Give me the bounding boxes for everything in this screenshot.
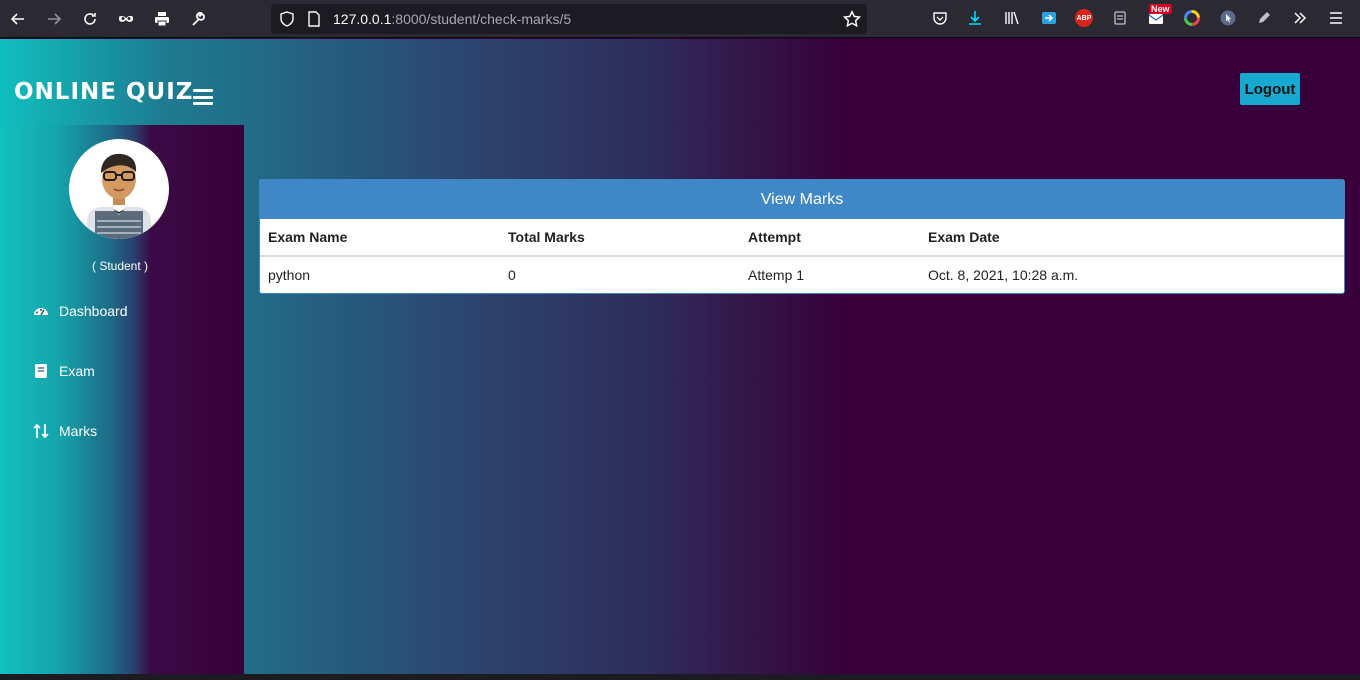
cursor-icon: [1220, 10, 1236, 26]
reload-button[interactable]: [79, 8, 101, 30]
marks-panel: View Marks Exam Name Total Marks Attempt…: [259, 179, 1345, 294]
panel-title: View Marks: [260, 180, 1344, 219]
url-text: 127.0.0.1:8000/student/check-marks/5: [333, 11, 571, 27]
pocket-button[interactable]: [931, 9, 949, 27]
reload-icon: [84, 13, 96, 25]
url-path: :8000/student/check-marks/5: [391, 11, 572, 27]
sidebar-item-label: Exam: [59, 363, 95, 379]
download-icon: [969, 11, 981, 25]
document-stack-icon: [1114, 11, 1126, 25]
avatar: [69, 139, 169, 239]
hamburger-line: [193, 89, 213, 92]
forward-arrow-icon: [48, 13, 62, 25]
column-header: Attempt: [740, 219, 920, 257]
abp-label: ABP: [1076, 14, 1092, 22]
library-icon: [1005, 11, 1019, 25]
table-row: python 0 Attemp 1 Oct. 8, 2021, 10:28 a.…: [260, 256, 1344, 293]
printer-icon: [155, 12, 169, 27]
table-header-row: Exam Name Total Marks Attempt Exam Date: [260, 219, 1344, 257]
hamburger-line: [193, 102, 213, 105]
extension-1[interactable]: [1040, 9, 1058, 27]
extension-arrow-icon: [1042, 12, 1056, 24]
page-content: ONLINE QUIZ Logout ( Student ) Dashboard…: [0, 39, 1360, 674]
attempt-cell: Attemp 1: [748, 267, 805, 283]
sidebar-item-label: Dashboard: [59, 303, 128, 319]
sidebar-toggle-button[interactable]: [193, 89, 213, 105]
sidebar-item-dashboard[interactable]: Dashboard: [33, 303, 128, 319]
exam-name-cell: python: [268, 267, 311, 283]
mask-icon: [119, 15, 133, 22]
hamburger-line: [193, 95, 213, 99]
dashboard-icon: [34, 308, 48, 316]
user-role: ( Student ): [91, 259, 149, 273]
page-icon: [308, 11, 320, 27]
adblock-button[interactable]: ABP: [1075, 9, 1093, 27]
private-mask-button[interactable]: [115, 8, 137, 30]
url-bar[interactable]: 127.0.0.1:8000/student/check-marks/5: [271, 4, 867, 34]
chevron-double-right-icon: [1294, 12, 1307, 24]
total-marks-cell: 0: [508, 267, 516, 283]
sidebar-item-marks[interactable]: Marks: [33, 423, 97, 439]
column-header: Total Marks: [500, 219, 740, 257]
app-menu-button[interactable]: [1327, 9, 1345, 27]
devtools-button[interactable]: [187, 8, 209, 30]
sidebar: ( Student ) Dashboard Exam Marks: [0, 125, 244, 674]
pencil-icon: [1259, 12, 1270, 23]
sidebar-item-exam[interactable]: Exam: [33, 363, 95, 379]
new-badge: New: [1149, 4, 1172, 14]
student-avatar-icon: [87, 153, 151, 239]
overflow-button[interactable]: [1291, 9, 1309, 27]
marks-table: Exam Name Total Marks Attempt Exam Date …: [260, 219, 1344, 293]
shield-icon: [280, 11, 294, 27]
print-button[interactable]: [151, 8, 173, 30]
exam-date-cell: Oct. 8, 2021, 10:28 a.m.: [928, 267, 1079, 283]
wrench-icon: [192, 11, 205, 26]
extension-4[interactable]: [1183, 9, 1201, 27]
logout-button[interactable]: Logout: [1240, 73, 1300, 105]
back-button[interactable]: [7, 8, 29, 30]
forward-button[interactable]: [43, 8, 65, 30]
sort-icon: [33, 423, 49, 439]
column-header: Exam Name: [260, 219, 500, 257]
pocket-icon: [933, 12, 947, 25]
book-icon: [35, 364, 47, 378]
extension-6[interactable]: [1255, 9, 1273, 27]
hamburger-menu-icon: [1330, 12, 1342, 24]
brand-title: ONLINE QUIZ: [14, 79, 194, 105]
downloads-button[interactable]: [966, 9, 984, 27]
url-host: 127.0.0.1: [333, 11, 392, 27]
browser-toolbar: 127.0.0.1:8000/student/check-marks/5 ABP…: [0, 0, 1360, 38]
bookmark-star-icon[interactable]: [843, 10, 861, 28]
library-button[interactable]: [1003, 9, 1021, 27]
sidebar-item-label: Marks: [59, 423, 98, 439]
back-arrow-icon: [10, 13, 24, 25]
column-header: Exam Date: [920, 219, 1344, 257]
color-wheel-icon: [1184, 10, 1200, 26]
extension-2[interactable]: [1111, 9, 1129, 27]
bottom-strip: [0, 674, 1360, 680]
extension-5[interactable]: [1219, 9, 1237, 27]
